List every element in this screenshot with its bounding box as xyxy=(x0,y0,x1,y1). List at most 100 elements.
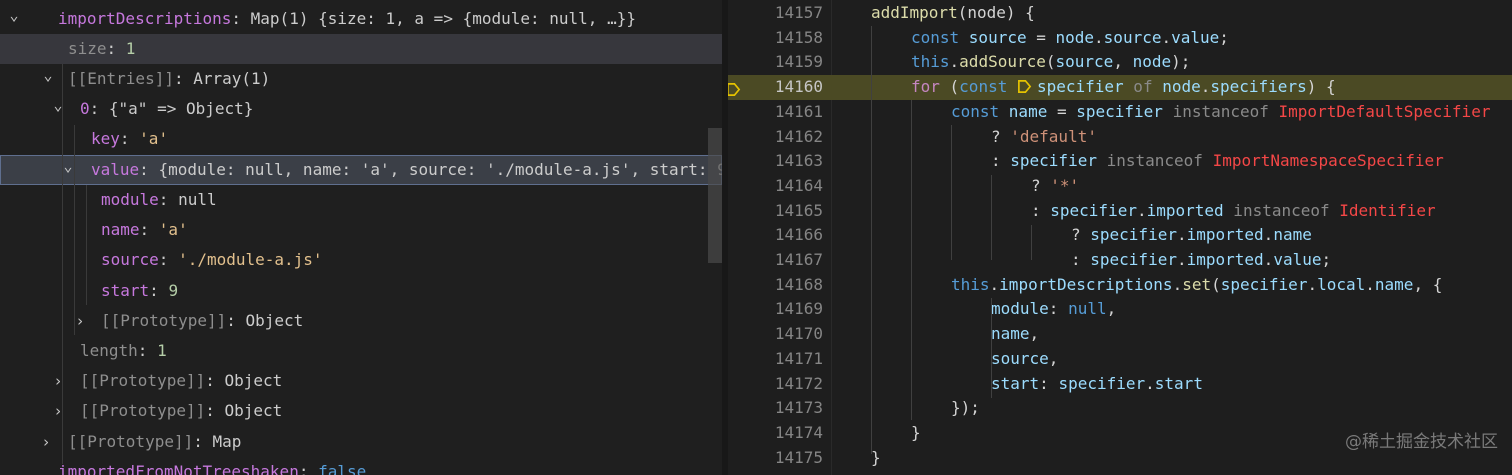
tree-row[interactable]: length: 1 xyxy=(0,336,722,366)
line-number[interactable]: 14159 xyxy=(728,50,823,75)
token: source xyxy=(991,348,1049,368)
token: specifier xyxy=(1090,225,1177,245)
tree-row[interactable]: size: 1 xyxy=(0,34,722,64)
code-line[interactable]: 14173}); xyxy=(728,396,1512,421)
tree-row[interactable]: ⌄ 0: {"a" => Object} xyxy=(0,94,722,124)
code-line[interactable]: 14171 source, xyxy=(728,347,1512,372)
tree-row-text: [[Prototype]]: Object xyxy=(80,396,282,426)
token: ; xyxy=(1321,250,1332,269)
token: , xyxy=(1113,52,1133,72)
token: : xyxy=(149,281,169,300)
token: 'a' xyxy=(158,220,188,239)
tree-row[interactable]: name: 'a' xyxy=(0,215,722,245)
token: : xyxy=(298,462,319,475)
chevron-down-icon[interactable]: ⌄ xyxy=(7,0,21,30)
code-text: const source = node.source.value; xyxy=(911,26,1229,51)
line-number[interactable]: 14160 xyxy=(728,75,823,100)
code-line[interactable]: 14159 this.addSource(source, node); xyxy=(728,50,1512,75)
code-line[interactable]: 14161 const name = specifier instanceof I… xyxy=(728,100,1512,125)
code-line[interactable]: 14164? '*' xyxy=(728,174,1512,199)
tree-row[interactable]: › [[Prototype]]: Map xyxy=(0,427,722,457)
tree-row-text: importedFromNotTreeshaken: false xyxy=(58,457,366,475)
line-number[interactable]: 14157 xyxy=(728,1,823,26)
tree-row[interactable]: source: './module-a.js' xyxy=(0,245,722,275)
code-line[interactable]: 14157 addImport(node) { xyxy=(728,1,1512,26)
token: 1 xyxy=(157,341,167,360)
line-number[interactable]: 14163 xyxy=(728,149,823,174)
line-number[interactable]: 14173 xyxy=(728,396,823,421)
line-number[interactable]: 14158 xyxy=(728,26,823,51)
indent-guide xyxy=(86,185,87,305)
code-line[interactable]: 14160 for (const specifier of node.specif… xyxy=(728,75,1512,100)
chevron-right-icon[interactable]: › xyxy=(39,427,53,457)
code-line[interactable]: 14172 start: specifier.start xyxy=(728,372,1512,397)
token: : {"a" => Object} xyxy=(89,99,254,118)
code-line[interactable]: 14170 name, xyxy=(728,322,1512,347)
breakpoint-icon[interactable] xyxy=(728,80,741,97)
token: key xyxy=(91,129,120,148)
line-number[interactable]: 14175 xyxy=(728,446,823,471)
line-number[interactable]: 14170 xyxy=(728,322,823,347)
code-line[interactable]: 14168 this.importDescriptions.set(specifi… xyxy=(728,273,1512,298)
token: name xyxy=(1273,225,1312,245)
inline-breakpoint-icon[interactable] xyxy=(1017,77,1037,94)
token: , xyxy=(1048,348,1059,368)
token: const xyxy=(951,101,1009,121)
tree-row[interactable]: importedFromNotTreeshaken: false xyxy=(0,457,722,475)
token: (node) { xyxy=(957,3,1035,22)
tree-row[interactable]: ⌄ importDescriptions: Map(1) {size: 1, a … xyxy=(0,4,722,34)
token: of xyxy=(1123,77,1163,97)
code-text: name, xyxy=(991,322,1039,347)
code-text: : specifier.imported instanceof Identifi… xyxy=(1031,199,1436,224)
token: name xyxy=(1008,101,1048,121)
chevron-right-icon[interactable]: › xyxy=(73,306,87,336)
token: value xyxy=(1273,250,1322,269)
line-number[interactable]: 14161 xyxy=(728,100,823,125)
code-editor: 14157 addImport(node) {14158 const source … xyxy=(728,0,1512,475)
token: null xyxy=(1068,299,1107,319)
line-number[interactable]: 14168 xyxy=(728,273,823,298)
tree-row[interactable]: ⌄ [[Entries]]: Array(1) xyxy=(0,64,722,94)
tree-row[interactable]: › [[Prototype]]: Object xyxy=(0,306,722,336)
token: start xyxy=(101,281,150,300)
tree-row[interactable]: › [[Prototype]]: Object xyxy=(0,396,722,426)
line-number[interactable]: 14171 xyxy=(728,347,823,372)
chevron-down-icon[interactable]: ⌄ xyxy=(41,60,55,90)
variables-scrollbar[interactable] xyxy=(708,128,722,263)
line-number[interactable]: 14166 xyxy=(728,223,823,248)
chevron-down-icon[interactable]: ⌄ xyxy=(61,151,75,181)
token: value xyxy=(91,160,140,179)
line-number[interactable]: 14169 xyxy=(728,297,823,322)
token: [[Prototype]] xyxy=(80,371,206,390)
code-line[interactable]: 14163: specifier instanceof ImportNamesp… xyxy=(728,149,1512,174)
code-text: for (const specifier of node.specifiers)… xyxy=(911,75,1336,100)
token: module xyxy=(101,190,159,209)
tree-row[interactable]: › [[Prototype]]: Object xyxy=(0,366,722,396)
tree-row[interactable]: ⌄ value: {module: null, name: 'a', source… xyxy=(0,155,722,185)
code-line[interactable]: 14166? specifier.imported.name xyxy=(728,223,1512,248)
token: : xyxy=(1048,299,1069,319)
line-number[interactable]: 14174 xyxy=(728,421,823,446)
line-number[interactable]: 14164 xyxy=(728,174,823,199)
token: specifier xyxy=(1010,151,1097,171)
token: Identifier xyxy=(1339,200,1436,220)
token: ) { xyxy=(1306,77,1336,97)
token: [[Prototype]] xyxy=(101,311,227,330)
code-line[interactable]: 14158 const source = node.source.value; xyxy=(728,26,1512,51)
code-line[interactable]: 14167: specifier.imported.value; xyxy=(728,248,1512,273)
token: : Map xyxy=(193,432,242,451)
tree-row[interactable]: start: 9 xyxy=(0,276,722,306)
line-number[interactable]: 14172 xyxy=(728,372,823,397)
token: source xyxy=(1103,27,1162,47)
line-number[interactable]: 14165 xyxy=(728,199,823,224)
tree-row[interactable]: key: 'a' xyxy=(0,124,722,154)
code-line[interactable]: 14165 : specifier.imported instanceof Ide… xyxy=(728,199,1512,224)
tree-row[interactable]: module: null xyxy=(0,185,722,215)
code-line[interactable]: 14162? 'default' xyxy=(728,125,1512,150)
token: . xyxy=(949,52,960,72)
line-number[interactable]: 14167 xyxy=(728,248,823,273)
line-number[interactable]: 14162 xyxy=(728,125,823,150)
code-line[interactable]: 14169 module: null, xyxy=(728,297,1512,322)
token: importDescriptions xyxy=(999,274,1173,294)
token: imported xyxy=(1146,200,1224,220)
